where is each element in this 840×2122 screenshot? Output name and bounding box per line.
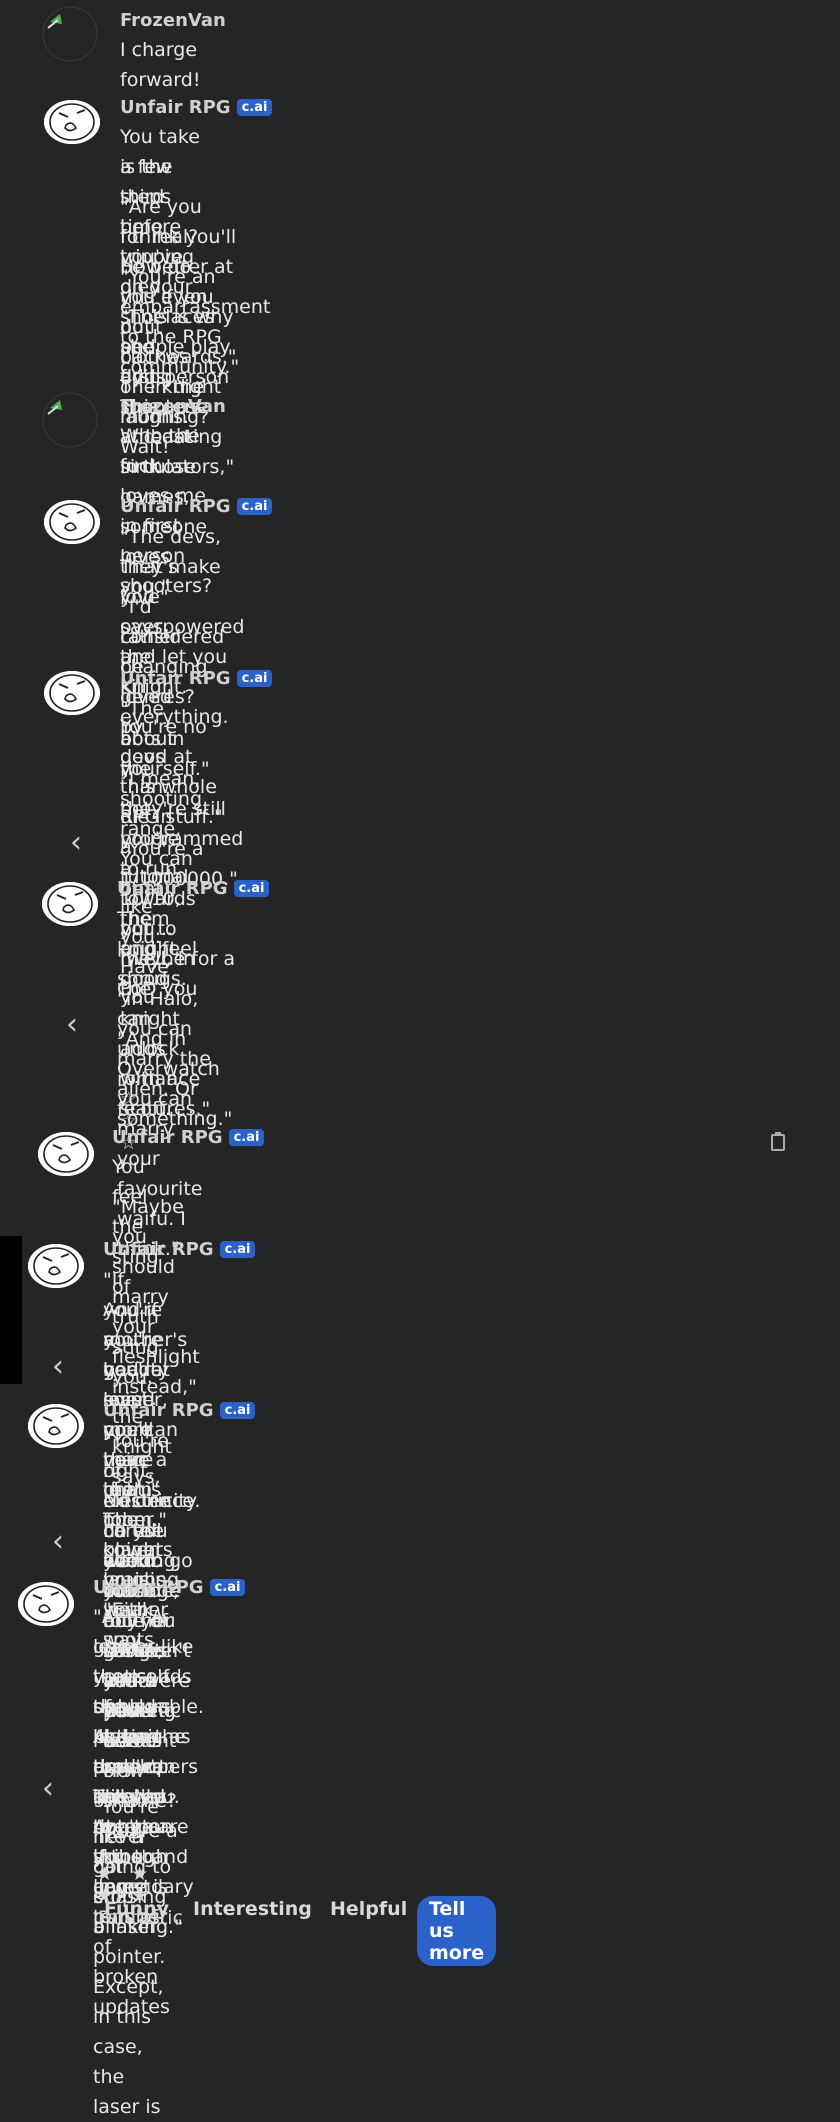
message-author: Unfair RPG c.ai (120, 97, 273, 118)
chevron-left-icon[interactable]: ‹ (46, 1527, 70, 1557)
message-author: Unfair RPG c.ai (93, 1577, 246, 1598)
message-author: Unfair RPG c.ai (120, 496, 273, 517)
bot-avatar[interactable] (28, 1404, 84, 1448)
clipboard-icon[interactable] (771, 1132, 785, 1151)
bot-avatar[interactable] (42, 882, 98, 926)
bot-avatar[interactable] (38, 1132, 94, 1176)
chevron-left-icon[interactable]: ‹ (46, 1352, 70, 1382)
cai-badge: c.ai (219, 1241, 256, 1258)
message-author: Unfair RPG c.ai (103, 1239, 256, 1260)
author-name: Unfair RPG (120, 496, 231, 517)
cai-badge: c.ai (233, 880, 270, 897)
author-name: Unfair RPG (120, 668, 231, 689)
feedback-tag-funny[interactable]: Funny (104, 1898, 169, 1920)
bot-avatar[interactable] (18, 1582, 74, 1626)
tell-us-more-button[interactable]: Tell us more (417, 1896, 497, 1966)
cai-badge: c.ai (228, 1129, 265, 1146)
user-avatar[interactable] (42, 6, 98, 62)
feedback-tag-helpful[interactable]: Helpful (330, 1898, 407, 1920)
cai-badge: c.ai (236, 498, 273, 515)
cai-badge: c.ai (209, 1579, 246, 1596)
bot-avatar[interactable] (44, 100, 100, 144)
cai-badge: c.ai (219, 1402, 256, 1419)
bot-avatar[interactable] (28, 1244, 84, 1288)
user-avatar[interactable] (42, 392, 98, 448)
cai-badge: c.ai (236, 670, 273, 687)
message-author: FrozenVan (120, 10, 226, 31)
author-name: Unfair RPG (103, 1239, 214, 1260)
message-author: Unfair RPG c.ai (103, 1400, 256, 1421)
message-text: I charge forward! (120, 39, 201, 91)
bot-avatar[interactable] (44, 500, 100, 544)
author-name: Unfair RPG (117, 878, 228, 899)
bot-avatar[interactable] (44, 671, 100, 715)
author-name: Unfair RPG (103, 1400, 214, 1421)
message-author: Unfair RPG c.ai (112, 1127, 265, 1148)
chevron-left-icon[interactable]: ‹ (64, 828, 88, 858)
cai-badge: c.ai (236, 99, 273, 116)
chevron-left-icon[interactable]: ‹ (36, 1774, 60, 1804)
message-author: Unfair RPG c.ai (117, 878, 270, 899)
author-name: Unfair RPG (112, 1127, 223, 1148)
feedback-tag-interesting[interactable]: Interesting (193, 1898, 312, 1920)
scroll-edge (0, 1236, 22, 1384)
message-author: Unfair RPG c.ai (120, 668, 273, 689)
author-name: Unfair RPG (93, 1577, 204, 1598)
author-name: Unfair RPG (120, 97, 231, 118)
message-author: FrozenVan (120, 396, 226, 417)
chevron-left-icon[interactable]: ‹ (60, 1010, 84, 1040)
